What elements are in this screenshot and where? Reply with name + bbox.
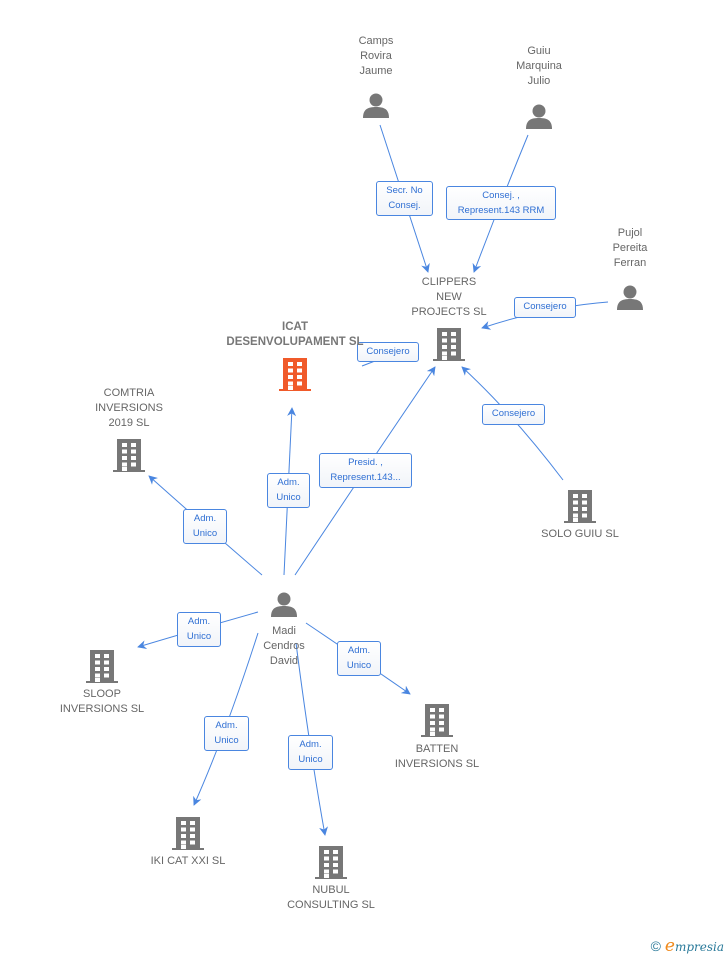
node-label-line: PROJECTS SL	[411, 306, 487, 318]
edge-label-line: Presid. ,	[348, 457, 383, 468]
edge-label-line: Consej.	[388, 200, 421, 211]
node-label-batten[interactable]: BATTEN INVERSIONS SL	[395, 742, 479, 772]
edge-label-line: Unico	[346, 660, 372, 671]
node-label-line: SLOOP	[83, 688, 121, 700]
edge-label-line: Consejero	[366, 346, 410, 357]
person-icon[interactable]	[362, 92, 390, 119]
node-label-nubul[interactable]: NUBUL CONSULTING SL	[287, 883, 375, 913]
node-label-pujol[interactable]: Pujol Pereita Ferran	[613, 226, 648, 271]
edge-label-line: Consej. ,	[482, 190, 520, 201]
edge-label-line: Unico	[214, 735, 239, 746]
edge-label-line: Adm.	[187, 616, 211, 627]
node-label-line: IKI CAT XXI SL	[150, 855, 226, 867]
node-label-line: Pujol	[617, 227, 643, 239]
node-label-line: Rovira	[360, 50, 392, 62]
edge-label-line: Adm.	[277, 477, 300, 488]
node-label-line: Cendros	[263, 640, 305, 652]
node-label-line: INVERSIONS	[95, 402, 163, 414]
edge-label-line: Consejero	[523, 301, 567, 312]
edge-label-line: Represent.143 RRM	[457, 205, 545, 216]
node-label-line: ICAT	[282, 321, 308, 333]
edge-label-solo-clippers[interactable]: Consejero	[482, 404, 545, 425]
building-icon[interactable]	[433, 327, 465, 361]
person-icon[interactable]	[270, 591, 298, 618]
building-icon[interactable]	[279, 357, 311, 391]
edge-label-madi-nubul[interactable]: Adm. Unico	[288, 735, 333, 770]
node-label-line: SOLO GUIU SL	[541, 528, 619, 540]
edge-label-camps-clippers[interactable]: Secr. No Consej.	[376, 181, 433, 216]
node-label-line: David	[269, 655, 299, 667]
edge-label-line: Unico	[298, 754, 323, 765]
edge-label-line: Unico	[192, 528, 218, 539]
copyright-icon: ©	[650, 938, 661, 954]
edge-label-line: Secr. No	[386, 185, 423, 196]
edge-label-line: Adm.	[215, 720, 238, 731]
node-label-comtria[interactable]: COMTRIA INVERSIONS 2019 SL	[95, 386, 163, 431]
node-label-line: Ferran	[613, 257, 647, 269]
node-label-line: NEW	[436, 291, 462, 303]
node-label-line: Jaume	[359, 65, 393, 77]
building-icon[interactable]	[113, 438, 145, 472]
edge-label-guiu-clippers[interactable]: Consej. , Represent.143 RRM	[446, 186, 556, 220]
edge-label-line: Unico	[186, 631, 212, 642]
node-label-line: Pereita	[612, 242, 648, 254]
node-label-line: CONSULTING SL	[287, 899, 375, 911]
node-label-madi[interactable]: Madi Cendros David	[263, 624, 305, 669]
node-label-line: Marquina	[516, 60, 562, 72]
edge-label-line: Adm.	[193, 513, 217, 524]
edge-label-madi-sloop[interactable]: Adm. Unico	[177, 612, 221, 647]
person-icon[interactable]	[525, 103, 553, 130]
edge-label-madi-batten[interactable]: Adm. Unico	[337, 641, 381, 676]
node-label-sloop[interactable]: SLOOP INVERSIONS SL	[60, 687, 144, 717]
edge-label-icat-clippers[interactable]: Consejero	[357, 342, 419, 362]
node-label-solo[interactable]: SOLO GUIU SL	[541, 527, 619, 542]
building-icon[interactable]	[315, 845, 347, 879]
node-label-line: COMTRIA	[103, 387, 155, 399]
node-label-line: NUBUL	[312, 884, 350, 896]
edge-label-madi-clippers[interactable]: Presid. , Represent.143...	[319, 453, 412, 488]
node-label-line: 2019 SL	[108, 417, 150, 429]
building-icon[interactable]	[86, 649, 118, 683]
node-label-line: INVERSIONS SL	[394, 758, 480, 770]
edge-label-line: Represent.143...	[330, 472, 401, 483]
edge-label-pujol-clippers[interactable]: Consejero	[514, 297, 576, 318]
node-label-line: BATTEN	[415, 743, 459, 755]
node-label-line: Guiu	[527, 45, 551, 57]
building-icon[interactable]	[421, 703, 453, 737]
node-label-line: Julio	[527, 75, 551, 87]
node-label-line: DESENVOLUPAMENT SL	[226, 336, 364, 348]
node-label-line: Camps	[358, 35, 394, 47]
node-label-iki[interactable]: IKI CAT XXI SL	[151, 854, 226, 869]
edge-label-madi-comtria[interactable]: Adm. Unico	[183, 509, 227, 544]
node-label-camps[interactable]: Camps Rovira Jaume	[359, 34, 394, 79]
node-label-line: Madi	[272, 625, 296, 637]
empresia-logo: © empresia	[650, 936, 724, 956]
edge-label-line: Unico	[276, 492, 301, 503]
edge-label-line: Consejero	[491, 408, 536, 419]
node-label-line: INVERSIONS SL	[59, 703, 145, 715]
edge-label-line: Adm.	[299, 739, 322, 750]
edge-label-madi-icat[interactable]: Adm. Unico	[267, 473, 310, 508]
node-label-clippers[interactable]: CLIPPERS NEW PROJECTS SL	[411, 275, 486, 320]
building-icon[interactable]	[564, 489, 596, 523]
node-label-guiu[interactable]: Guiu Marquina Julio	[516, 44, 562, 89]
node-label-icat[interactable]: ICAT DESENVOLUPAMENT SL	[226, 320, 363, 350]
node-label-line: CLIPPERS	[421, 276, 477, 288]
building-icon[interactable]	[172, 816, 204, 850]
edge-label-line: Adm.	[347, 645, 371, 656]
edge-label-madi-iki[interactable]: Adm. Unico	[204, 716, 249, 751]
network-diagram: © empresia Secr. No Consej. Consej. , Repre…	[0, 0, 728, 960]
person-icon[interactable]	[616, 284, 644, 311]
